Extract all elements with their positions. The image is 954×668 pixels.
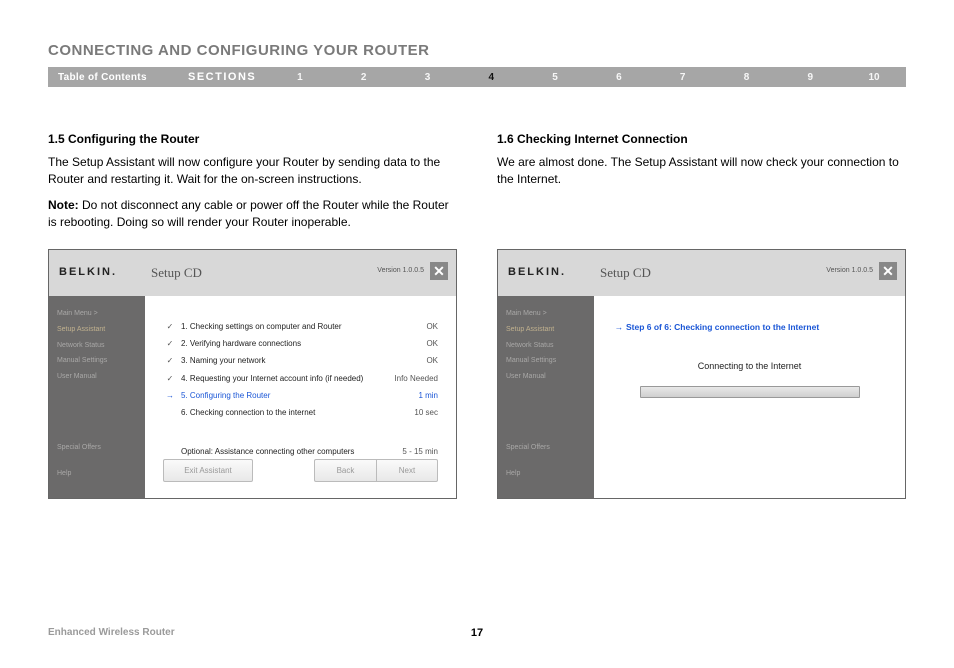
left-column: 1.5 Configuring the Router The Setup Ass… [48,131,457,499]
next-button[interactable]: Next [376,459,438,482]
shot-panel: → Step 6 of 6: Checking connection to th… [594,296,905,498]
step-text: 4. Requesting your Internet account info… [177,373,388,384]
side-network-status[interactable]: Network Status [57,338,137,354]
side-help[interactable]: Help [57,466,137,482]
check-icon: ✓ [163,373,177,384]
optional-status: 5 - 15 min [388,446,438,457]
section-numbers: 1 2 3 4 5 6 7 8 9 10 [268,72,906,83]
check-icon: ✓ [163,338,177,349]
step-status: 1 min [388,390,438,401]
check-icon: ✓ [163,355,177,366]
screenshot-right: BELKIN. Setup CD Version 1.0.0.5 ✕ Main … [497,249,906,499]
step-status: OK [388,338,438,349]
step-6-heading: → Step 6 of 6: Checking connection to th… [612,322,887,334]
sections-label: SECTIONS [188,71,268,83]
close-icon[interactable]: ✕ [430,262,448,280]
right-heading: 1.6 Checking Internet Connection [497,131,906,148]
page-number: 17 [471,627,483,639]
note-label: Note: [48,198,79,212]
version-label: Version 1.0.0.5 [377,266,424,276]
shot-sidebar: Main Menu > Setup Assistant Network Stat… [49,296,145,498]
side-setup-assistant[interactable]: Setup Assistant [506,322,586,338]
close-icon[interactable]: ✕ [879,262,897,280]
button-row: Exit Assistant Back Next [163,459,438,482]
back-button[interactable]: Back [314,459,376,482]
document-page: CONNECTING AND CONFIGURING YOUR ROUTER T… [0,0,954,499]
shot-header: BELKIN. Setup CD Version 1.0.0.5 ✕ [49,250,456,296]
step-text: 6. Checking connection to the internet [177,407,388,418]
step-row: ✓3. Naming your networkOK [163,352,438,369]
content-columns: 1.5 Configuring the Router The Setup Ass… [48,131,906,499]
optional-text: Optional: Assistance connecting other co… [177,446,388,457]
step-status: OK [388,355,438,366]
step-text: 2. Verifying hardware connections [177,338,388,349]
brand-logo: BELKIN. [508,265,600,280]
section-3[interactable]: 3 [418,72,436,83]
optional-row: Optional: Assistance connecting other co… [163,443,438,460]
steps-list: ✓1. Checking settings on computer and Ro… [163,318,438,460]
section-7[interactable]: 7 [674,72,692,83]
page-footer: Enhanced Wireless Router 17 [48,627,906,638]
arrow-icon: → [612,322,626,334]
shot-panel: ✓1. Checking settings on computer and Ro… [145,296,456,498]
step-row: ✓1. Checking settings on computer and Ro… [163,318,438,335]
side-network-status[interactable]: Network Status [506,338,586,354]
side-main-menu[interactable]: Main Menu > [57,306,137,322]
step-text: 1. Checking settings on computer and Rou… [177,321,388,332]
shot-header: BELKIN. Setup CD Version 1.0.0.5 ✕ [498,250,905,296]
left-heading: 1.5 Configuring the Router [48,131,457,148]
section-nav: Table of Contents SECTIONS 1 2 3 4 5 6 7… [48,67,906,87]
side-user-manual[interactable]: User Manual [506,369,586,385]
step-6-text: Step 6 of 6: Checking connection to the … [626,322,819,334]
left-note: Note: Do not disconnect any cable or pow… [48,197,457,231]
step-row: ✓4. Requesting your Internet account inf… [163,370,438,387]
step-row: ✓2. Verifying hardware connectionsOK [163,335,438,352]
section-10[interactable]: 10 [865,72,883,83]
step-text: 5. Configuring the Router [177,390,388,401]
progress-bar [640,386,860,398]
section-4[interactable]: 4 [482,72,500,83]
side-user-manual[interactable]: User Manual [57,369,137,385]
arrow-icon: → [163,390,177,401]
side-manual-settings[interactable]: Manual Settings [506,353,586,369]
side-main-menu[interactable]: Main Menu > [506,306,586,322]
section-2[interactable]: 2 [355,72,373,83]
version-label: Version 1.0.0.5 [826,266,873,276]
connecting-message: Connecting to the Internet [612,360,887,373]
exit-button[interactable]: Exit Assistant [163,459,253,482]
note-text: Do not disconnect any cable or power off… [48,198,449,229]
page-title: CONNECTING AND CONFIGURING YOUR ROUTER [48,42,906,59]
step-row: →5. Configuring the Router1 min [163,387,438,404]
section-1[interactable]: 1 [291,72,309,83]
step-text: 3. Naming your network [177,355,388,366]
step-row: 6. Checking connection to the internet10… [163,404,438,421]
side-special-offers[interactable]: Special Offers [506,440,586,456]
step-status: Info Needed [388,373,438,384]
brand-logo: BELKIN. [59,265,151,280]
step-status: OK [388,321,438,332]
product-name: Enhanced Wireless Router [48,627,175,638]
side-help[interactable]: Help [506,466,586,482]
check-icon: ✓ [163,321,177,332]
right-column: 1.6 Checking Internet Connection We are … [497,131,906,499]
section-8[interactable]: 8 [737,72,755,83]
step-status: 10 sec [388,407,438,418]
section-6[interactable]: 6 [610,72,628,83]
screenshot-left: BELKIN. Setup CD Version 1.0.0.5 ✕ Main … [48,249,457,499]
section-9[interactable]: 9 [801,72,819,83]
side-setup-assistant[interactable]: Setup Assistant [57,322,137,338]
shot-sidebar: Main Menu > Setup Assistant Network Stat… [498,296,594,498]
side-manual-settings[interactable]: Manual Settings [57,353,137,369]
toc-link[interactable]: Table of Contents [48,72,188,83]
right-paragraph-1: We are almost done. The Setup Assistant … [497,154,906,188]
left-paragraph-1: The Setup Assistant will now configure y… [48,154,457,188]
side-special-offers[interactable]: Special Offers [57,440,137,456]
section-5[interactable]: 5 [546,72,564,83]
